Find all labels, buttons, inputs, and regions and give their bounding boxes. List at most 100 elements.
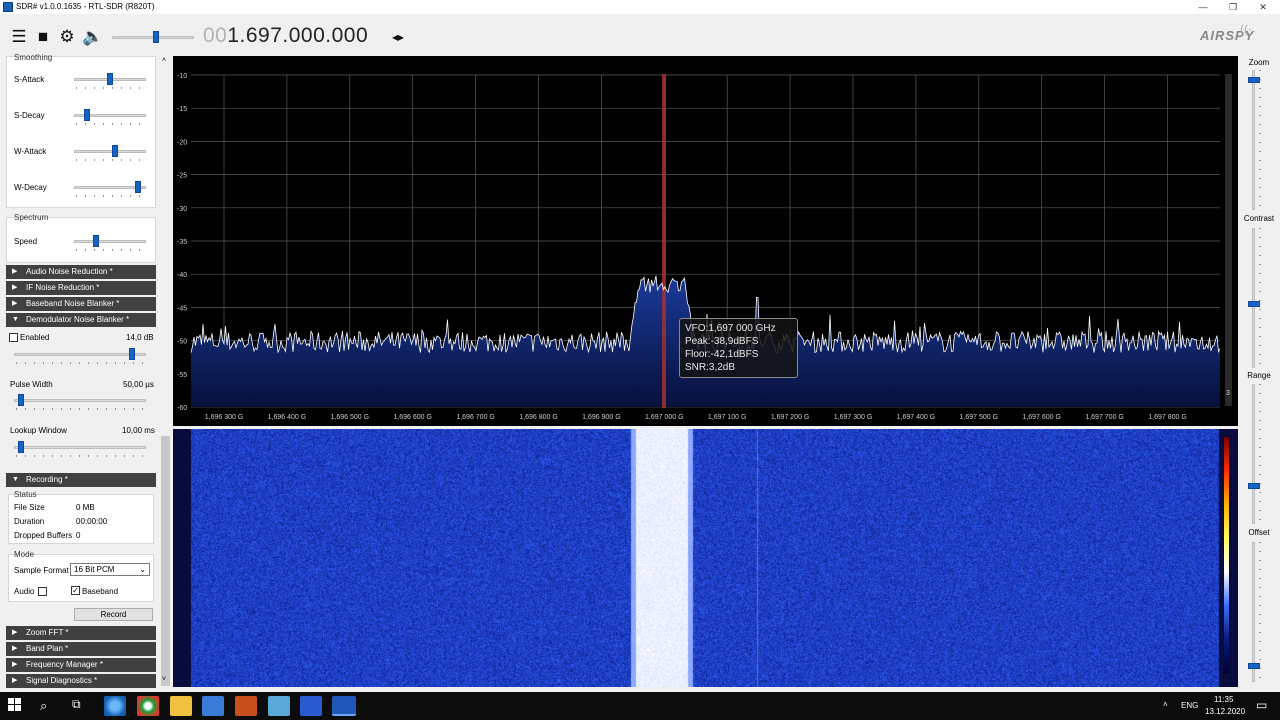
header-label: IF Noise Reduction *: [26, 283, 100, 292]
audio-checkbox[interactable]: [38, 587, 47, 596]
right-marker-label: 3: [1226, 390, 1230, 397]
scrollbar-thumb[interactable]: [161, 436, 170, 686]
demodulator-noise-blanker-header[interactable]: ▼ Demodulator Noise Blanker *: [6, 313, 156, 327]
if-noise-reduction-header[interactable]: ▶ IF Noise Reduction *: [6, 281, 156, 295]
enabled-checkbox[interactable]: [9, 333, 18, 342]
x-tick-label: 1,697 400 G: [897, 414, 936, 421]
enabled-value: 14,0 dB: [126, 333, 154, 342]
windows-start-icon[interactable]: [8, 698, 22, 712]
close-button[interactable]: ✕: [1248, 1, 1278, 13]
y-tick-label: -60: [177, 405, 187, 412]
baseband-checkbox[interactable]: ✓: [71, 586, 80, 595]
spectrum-group-title: Spectrum: [14, 213, 49, 222]
gear-icon[interactable]: ⚙: [58, 28, 76, 46]
zoom-slider[interactable]: [1247, 70, 1261, 210]
y-tick-label: -10: [177, 73, 187, 80]
speaker-icon[interactable]: 🔈: [82, 28, 103, 46]
offset-slider[interactable]: [1247, 542, 1261, 682]
left-panel-scrollbar[interactable]: ˄ ˅: [160, 56, 171, 688]
expand-arrow-icon: ▶: [12, 661, 18, 668]
header-label: Signal Diagnostics *: [26, 676, 98, 685]
x-tick-label: 1,697 500 G: [960, 414, 999, 421]
x-tick-label: 1,697 200 G: [771, 414, 810, 421]
sample-format-select[interactable]: 16 Bit PCM ⌄: [70, 563, 150, 576]
search-icon[interactable]: ⌕: [40, 698, 47, 714]
header-label: Demodulator Noise Blanker *: [26, 315, 130, 324]
browser-app-icon[interactable]: [104, 696, 126, 716]
pulse-width-label: Pulse Width: [10, 380, 53, 389]
taskbar: ⌕ ⧉ ˄ ENG 11:35 13.12.2020 ▭: [0, 692, 1280, 720]
header-label: Baseband Noise Blanker *: [26, 299, 120, 308]
sample-format-value: 16 Bit PCM: [74, 565, 115, 574]
header-label: Zoom FFT *: [26, 628, 69, 637]
chrome-app-icon[interactable]: [137, 696, 159, 716]
range-label: Range: [1247, 371, 1271, 380]
recording-header[interactable]: ▼ Recording *: [6, 473, 156, 487]
w-decay-slider[interactable]: [74, 180, 146, 197]
frequency-display[interactable]: 001.697.000.000: [203, 24, 368, 48]
x-tick-label: 1,697 600 G: [1022, 414, 1061, 421]
header-label: Audio Noise Reduction *: [26, 267, 113, 276]
signal-diagnostics-header[interactable]: ▶ Signal Diagnostics *: [6, 674, 156, 688]
language-indicator[interactable]: ENG: [1181, 701, 1198, 710]
band-plan-header[interactable]: ▶ Band Plan *: [6, 642, 156, 656]
duration-value: 00:00:00: [76, 517, 108, 526]
frequency-manager-header[interactable]: ▶ Frequency Manager *: [6, 658, 156, 672]
range-slider[interactable]: [1247, 384, 1261, 524]
minimize-button[interactable]: —: [1188, 1, 1218, 13]
frequency-step-arrows[interactable]: ◂▸: [392, 30, 404, 44]
threshold-slider[interactable]: [14, 347, 146, 364]
menu-icon[interactable]: ☰: [10, 28, 28, 46]
vfo-marker[interactable]: [662, 74, 666, 408]
s-decay-slider[interactable]: [74, 108, 146, 125]
frequency-leading-zeros: 00: [203, 24, 228, 47]
speed-slider[interactable]: [74, 234, 146, 251]
waterfall-display[interactable]: [173, 429, 1238, 687]
w-attack-slider[interactable]: [74, 144, 146, 161]
duration-label: Duration: [14, 517, 45, 526]
x-tick-label: 1,696 900 G: [582, 414, 621, 421]
lookup-window-value: 10,00 ms: [122, 426, 155, 435]
sample-format-label: Sample Format: [14, 566, 69, 575]
pulse-width-value: 50,00 µs: [123, 380, 154, 389]
s-attack-label: S-Attack: [14, 75, 45, 84]
notifications-icon[interactable]: ▭: [1256, 698, 1267, 712]
spectrum-scrollbar[interactable]: [1225, 74, 1232, 406]
tray-chevron-icon[interactable]: ˄: [1163, 700, 1168, 709]
app-icon-5[interactable]: [235, 696, 257, 716]
volume-slider[interactable]: [112, 30, 194, 44]
app-icon-4[interactable]: [202, 696, 224, 716]
offset-label: Offset: [1248, 528, 1270, 537]
chevron-down-icon: ⌄: [139, 565, 146, 574]
restore-button[interactable]: ❐: [1218, 1, 1248, 13]
s-attack-slider[interactable]: [74, 72, 146, 89]
pulse-width-slider[interactable]: [14, 393, 146, 410]
contrast-slider[interactable]: [1247, 228, 1261, 368]
task-view-icon[interactable]: ⧉: [72, 697, 81, 712]
header-label: Frequency Manager *: [26, 660, 103, 669]
lookup-window-slider[interactable]: [14, 440, 146, 457]
window-title: SDR# v1.0.0.1635 - RTL-SDR (R820T): [16, 2, 155, 11]
scroll-up-icon[interactable]: ˄: [162, 57, 166, 64]
audio-noise-reduction-header[interactable]: ▶ Audio Noise Reduction *: [6, 265, 156, 279]
sdrsharp-app-icon[interactable]: [332, 696, 356, 716]
baseband-noise-blanker-header[interactable]: ▶ Baseband Noise Blanker *: [6, 297, 156, 311]
header-label: Recording *: [26, 475, 68, 484]
stop-icon[interactable]: ■: [34, 28, 52, 46]
clock-date[interactable]: 13.12.2020: [1205, 707, 1245, 716]
spectrum-display[interactable]: -10 -15 -20 -25 -30 -35 -40 -45 -50 -55 -60 1,696 …: [173, 56, 1238, 426]
enabled-label: Enabled: [20, 333, 50, 342]
x-tick-label: 1,696 700 G: [456, 414, 495, 421]
zoom-fft-header[interactable]: ▶ Zoom FFT *: [6, 626, 156, 640]
scroll-down-icon[interactable]: ˅: [162, 676, 166, 683]
app-icon-6[interactable]: [268, 696, 290, 716]
x-tick-label: 1,696 600 G: [393, 414, 432, 421]
record-button[interactable]: Record: [74, 608, 153, 621]
file-explorer-icon[interactable]: [170, 696, 192, 716]
clock-time[interactable]: 11:35: [1214, 695, 1233, 704]
file-size-value: 0 MB: [76, 503, 95, 512]
tooltip-peak: Peak:-38,9dBFS: [685, 336, 759, 347]
y-tick-label: -45: [177, 305, 187, 312]
expand-arrow-icon: ▶: [12, 645, 18, 652]
save-app-icon[interactable]: [300, 696, 322, 716]
